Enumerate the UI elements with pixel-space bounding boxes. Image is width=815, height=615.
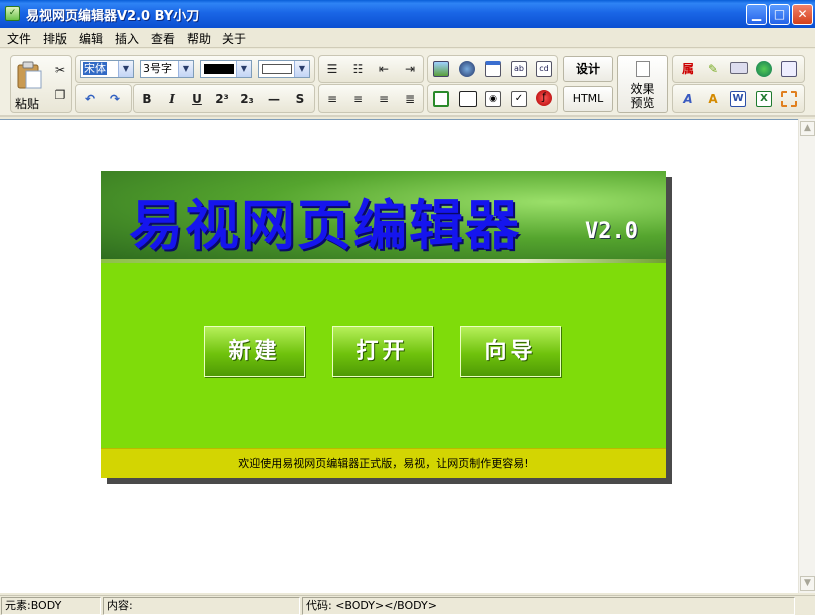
font-family-select[interactable]: 宋体 ▼ bbox=[80, 60, 134, 78]
ie-icon[interactable] bbox=[756, 61, 772, 77]
image-icon[interactable] bbox=[433, 61, 449, 77]
menu-edit[interactable]: 编辑 bbox=[79, 30, 103, 47]
paste-label: 粘贴 bbox=[15, 97, 40, 111]
fore-color-swatch bbox=[204, 64, 234, 74]
subscript-button[interactable]: 2₃ bbox=[236, 88, 258, 110]
menu-layout[interactable]: 排版 bbox=[43, 30, 67, 47]
open-button[interactable]: 打开 bbox=[332, 326, 433, 377]
banner-version: V2.0 bbox=[585, 219, 638, 244]
form-icon[interactable] bbox=[433, 91, 449, 107]
welcome-banner: 易视网页编辑器 V2.0 新建 打开 向导 欢迎使用易视网页编辑器正式版，易视，… bbox=[101, 171, 666, 478]
scroll-up-icon[interactable]: ▲ bbox=[800, 121, 815, 136]
wizard-button[interactable]: 向导 bbox=[460, 326, 561, 377]
font-size-select[interactable]: 3号字 ▼ bbox=[140, 60, 194, 78]
design-view-button[interactable]: 设计 bbox=[563, 56, 613, 82]
clipboard-group: 粘贴 ✂ ❐ bbox=[10, 55, 72, 113]
menu-about[interactable]: 关于 bbox=[222, 30, 246, 47]
eyedropper-icon[interactable]: ✎ bbox=[702, 58, 724, 80]
back-color-swatch bbox=[262, 64, 292, 74]
close-button[interactable]: ✕ bbox=[792, 4, 813, 25]
list-group: ☰ ☷ ⇤ ⇥ bbox=[318, 55, 424, 83]
banner-title: 易视网页编辑器 bbox=[129, 193, 521, 257]
indent-icon[interactable]: ⇥ bbox=[399, 58, 421, 80]
window-title: 易视网页编辑器V2.0 BY小刀 bbox=[26, 9, 200, 24]
banner-footer: 欢迎使用易视网页编辑器正式版，易视，让网页制作更容易! bbox=[101, 448, 666, 478]
maximize-button[interactable]: □ bbox=[769, 4, 790, 25]
scroll-down-icon[interactable]: ▼ bbox=[800, 576, 815, 591]
menu-insert[interactable]: 插入 bbox=[115, 30, 139, 47]
align-right-icon[interactable]: ≡ bbox=[373, 88, 395, 110]
table-icon[interactable] bbox=[485, 61, 501, 77]
attribute-button[interactable]: 属 bbox=[677, 58, 699, 80]
radio-icon[interactable]: ◉ bbox=[485, 91, 501, 107]
status-code: 代码: <BODY></BODY> bbox=[302, 597, 795, 615]
window-icon[interactable] bbox=[781, 61, 797, 77]
paste-icon bbox=[17, 61, 42, 89]
tools-group-bottom: A A W X bbox=[672, 84, 805, 113]
menu-help[interactable]: 帮助 bbox=[187, 30, 211, 47]
outdent-icon[interactable]: ⇤ bbox=[373, 58, 395, 80]
app-icon: ✓ bbox=[5, 6, 20, 21]
excel-icon[interactable]: X bbox=[756, 91, 772, 107]
format-group: B I U 2³ 2₃ — S bbox=[133, 84, 315, 113]
preview-label-2: 预览 bbox=[630, 96, 655, 110]
menu-file[interactable]: 文件 bbox=[7, 30, 31, 47]
toolbar: 粘贴 ✂ ❐ ↶ ↷ 宋体 ▼ 3号字 ▼ ▼ ▼ B I U 2³ 2₃ — … bbox=[0, 49, 815, 117]
paste-button[interactable]: 粘贴 bbox=[13, 59, 45, 111]
flash-icon[interactable]: ƒ bbox=[536, 90, 552, 106]
form-group: ◉ ✓ ƒ bbox=[427, 84, 558, 113]
align-left-icon[interactable]: ≡ bbox=[321, 88, 343, 110]
copy-icon[interactable]: ❐ bbox=[49, 84, 71, 106]
bold-button[interactable]: B bbox=[136, 88, 158, 110]
new-button[interactable]: 新建 bbox=[204, 326, 305, 377]
word-icon[interactable]: W bbox=[730, 91, 746, 107]
redo-icon[interactable]: ↷ bbox=[104, 88, 126, 110]
document-icon bbox=[636, 61, 650, 77]
grid-icon[interactable] bbox=[781, 91, 797, 107]
strikethrough-button[interactable]: S bbox=[289, 88, 311, 110]
globe-icon[interactable] bbox=[459, 61, 475, 77]
align-center-icon[interactable]: ≡ bbox=[347, 88, 369, 110]
title-bar: ✓ 易视网页编辑器V2.0 BY小刀 ▁ □ ✕ bbox=[0, 0, 815, 28]
underline-button[interactable]: U bbox=[186, 88, 208, 110]
align-group: ≡ ≡ ≡ ≣ bbox=[318, 84, 424, 113]
undo-group: ↶ ↷ bbox=[75, 84, 132, 113]
horizontal-rule-button[interactable]: — bbox=[263, 88, 285, 110]
font-a-icon[interactable]: A bbox=[677, 88, 699, 110]
editor-canvas[interactable]: 易视网页编辑器 V2.0 新建 打开 向导 欢迎使用易视网页编辑器正式版，易视，… bbox=[0, 119, 798, 593]
status-bar: 元素:BODY 内容: 代码: <BODY></BODY> bbox=[0, 595, 815, 615]
menu-view[interactable]: 查看 bbox=[151, 30, 175, 47]
back-color-select[interactable]: ▼ bbox=[258, 60, 310, 78]
scissors-icon[interactable]: ✂ bbox=[49, 59, 71, 81]
html-view-button[interactable]: HTML bbox=[563, 86, 613, 112]
insert-group: ab cd bbox=[427, 55, 558, 83]
menu-bar: 文件 排版 编辑 插入 查看 帮助 关于 bbox=[0, 28, 815, 48]
button-control-icon[interactable] bbox=[459, 91, 477, 107]
font-family-value: 宋体 bbox=[83, 62, 107, 75]
unordered-list-icon[interactable]: ☷ bbox=[347, 58, 369, 80]
chevron-down-icon: ▼ bbox=[236, 61, 251, 77]
font-group: 宋体 ▼ 3号字 ▼ ▼ ▼ bbox=[75, 55, 315, 83]
font-size-value: 3号字 bbox=[143, 62, 172, 75]
textarea-icon[interactable]: cd bbox=[536, 61, 552, 77]
chevron-down-icon: ▼ bbox=[118, 61, 133, 77]
mail-icon[interactable] bbox=[730, 62, 748, 74]
color-a-icon[interactable]: A bbox=[702, 88, 724, 110]
checkbox-icon[interactable]: ✓ bbox=[511, 91, 527, 107]
textfield-icon[interactable]: ab bbox=[511, 61, 527, 77]
status-element: 元素:BODY bbox=[1, 597, 101, 615]
preview-button[interactable]: 效果 预览 bbox=[617, 55, 668, 113]
fore-color-select[interactable]: ▼ bbox=[200, 60, 252, 78]
minimize-button[interactable]: ▁ bbox=[746, 4, 767, 25]
chevron-down-icon: ▼ bbox=[294, 61, 309, 77]
chevron-down-icon: ▼ bbox=[178, 61, 193, 77]
undo-icon[interactable]: ↶ bbox=[79, 88, 101, 110]
superscript-button[interactable]: 2³ bbox=[211, 88, 233, 110]
tools-group-top: 属 ✎ bbox=[672, 55, 805, 83]
italic-button[interactable]: I bbox=[161, 88, 183, 110]
align-justify-icon[interactable]: ≣ bbox=[399, 88, 421, 110]
vertical-scrollbar[interactable]: ▲ ▼ bbox=[798, 119, 815, 593]
ordered-list-icon[interactable]: ☰ bbox=[321, 58, 343, 80]
status-content: 内容: bbox=[103, 597, 300, 615]
